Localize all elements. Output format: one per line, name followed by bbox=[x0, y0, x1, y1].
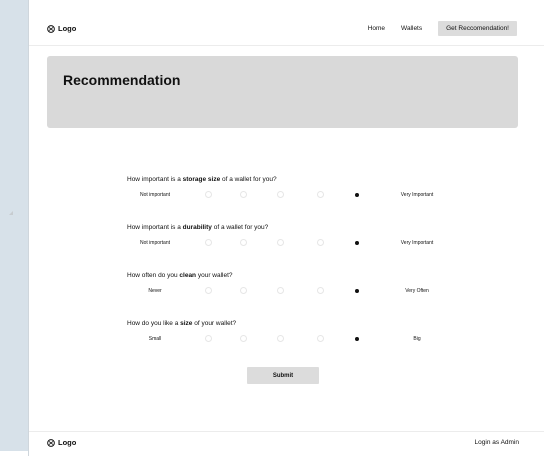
radio-option[interactable] bbox=[204, 335, 212, 342]
question-keyword: durability bbox=[182, 224, 212, 231]
rating-scale: Not important Very Important bbox=[29, 191, 544, 201]
question-text-part: of a wallet for you? bbox=[211, 224, 269, 231]
radio-option[interactable] bbox=[316, 191, 324, 198]
submit-button[interactable]: Submit bbox=[247, 367, 319, 384]
footer-logo[interactable]: Logo bbox=[47, 438, 76, 447]
get-recommendation-button[interactable]: Get Reccomendation! bbox=[438, 21, 517, 36]
hero-banner: Recommendation bbox=[47, 56, 518, 128]
radio-option[interactable] bbox=[316, 239, 324, 246]
question-text-part: of your wallet? bbox=[192, 320, 237, 327]
radio-option[interactable] bbox=[239, 287, 247, 294]
radio-option-selected[interactable] bbox=[353, 335, 361, 342]
question-text: How important is a storage size of a wal… bbox=[127, 176, 277, 183]
radio-option[interactable] bbox=[276, 191, 284, 198]
scale-low-label: Small bbox=[148, 336, 162, 342]
rating-scale: Not important Very Important bbox=[29, 239, 544, 249]
question-keyword: clean bbox=[179, 272, 197, 279]
radio-option[interactable] bbox=[276, 239, 284, 246]
radio-option[interactable] bbox=[316, 335, 324, 342]
radio-option-selected[interactable] bbox=[353, 191, 361, 198]
question-text-part: your wallet? bbox=[196, 272, 233, 279]
radio-option[interactable] bbox=[204, 287, 212, 294]
question-text-part: How important is a bbox=[127, 224, 183, 231]
question-keyword: storage size bbox=[182, 176, 221, 183]
scale-high-label: Very Important bbox=[400, 240, 434, 246]
question-text: How often do you clean your wallet? bbox=[127, 272, 233, 279]
rating-scale: Small Big bbox=[29, 335, 544, 345]
logo-icon bbox=[47, 438, 55, 447]
logo-text: Logo bbox=[58, 438, 77, 447]
scale-high-label: Big bbox=[413, 336, 421, 342]
logo-icon bbox=[47, 24, 55, 33]
top-nav: Home Wallets Get Reccomendation! bbox=[368, 21, 517, 36]
nav-wallets-link[interactable]: Wallets bbox=[401, 25, 422, 32]
radio-option[interactable] bbox=[204, 239, 212, 246]
rating-scale: Never Very Often bbox=[29, 287, 544, 297]
question-text-part: of a wallet for you? bbox=[220, 176, 277, 183]
footer: Logo Login as Admin bbox=[29, 431, 544, 451]
question-text-part: How often do you bbox=[127, 272, 180, 279]
nav-home-link[interactable]: Home bbox=[368, 25, 385, 32]
radio-option-selected[interactable] bbox=[353, 287, 361, 294]
question-keyword: size bbox=[180, 320, 193, 327]
scale-high-label: Very Often bbox=[405, 288, 429, 294]
scale-low-label: Not important bbox=[139, 240, 171, 246]
radio-option[interactable] bbox=[276, 287, 284, 294]
question-text: How important is a durability of a walle… bbox=[127, 224, 268, 231]
scale-high-label: Very Important bbox=[400, 192, 434, 198]
radio-option-selected[interactable] bbox=[353, 239, 361, 246]
resize-corner-icon bbox=[9, 211, 13, 215]
logo-text: Logo bbox=[58, 24, 77, 33]
radio-option[interactable] bbox=[276, 335, 284, 342]
scale-low-label: Never bbox=[148, 288, 162, 294]
page-title: Recommendation bbox=[63, 72, 181, 88]
question-text-part: How do you like a bbox=[127, 320, 181, 327]
question-text: How do you like a size of your wallet? bbox=[127, 320, 236, 327]
radio-option[interactable] bbox=[239, 335, 247, 342]
radio-option[interactable] bbox=[316, 287, 324, 294]
login-as-admin-link[interactable]: Login as Admin bbox=[475, 439, 519, 446]
page: Logo Home Wallets Get Reccomendation! Re… bbox=[28, 0, 544, 456]
scale-low-label: Not important bbox=[139, 192, 171, 198]
question-text-part: How important is a bbox=[127, 176, 183, 183]
radio-option[interactable] bbox=[239, 239, 247, 246]
radio-option[interactable] bbox=[239, 191, 247, 198]
header-logo[interactable]: Logo bbox=[47, 24, 76, 33]
header: Logo Home Wallets Get Reccomendation! bbox=[29, 0, 544, 46]
radio-option[interactable] bbox=[204, 191, 212, 198]
